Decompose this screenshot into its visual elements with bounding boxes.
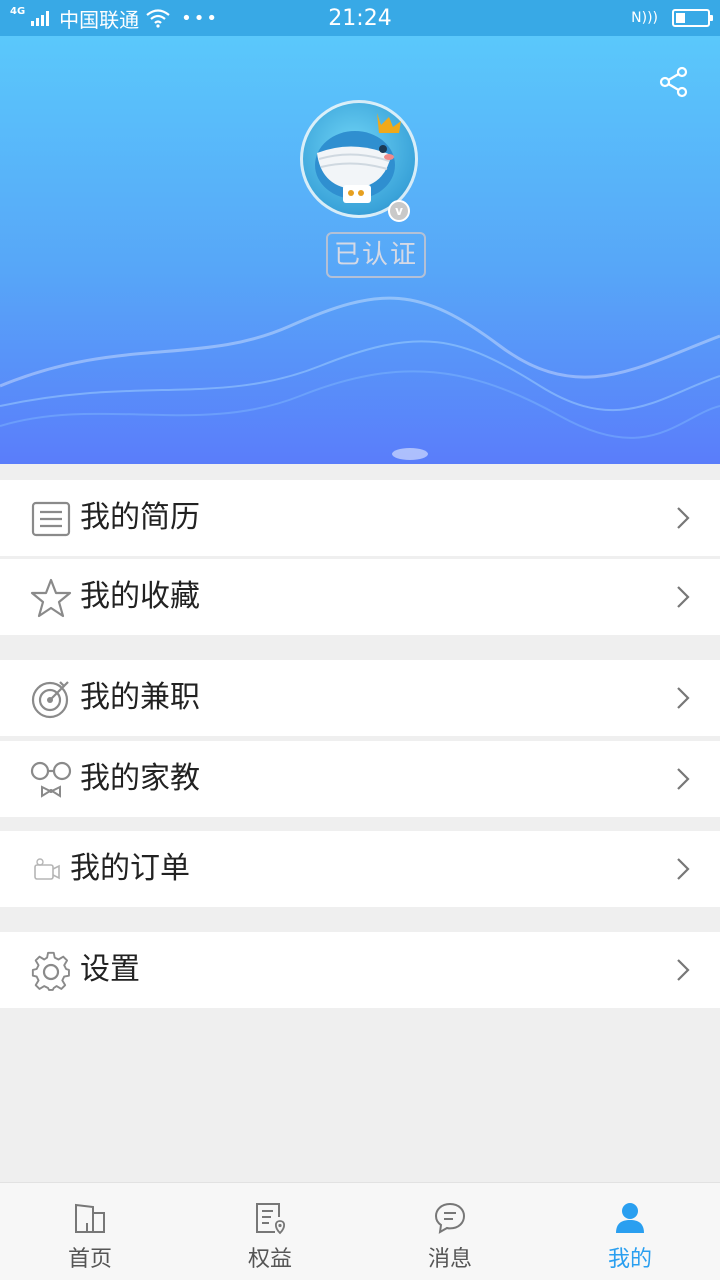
clock: 21:24 [328, 6, 392, 31]
verified-badge: 已认证 [326, 232, 426, 278]
menu-item-favorites[interactable]: 我的收藏 [0, 559, 720, 635]
person-icon [616, 1203, 644, 1233]
tab-label: 首页 [67, 1247, 112, 1272]
tab-label: 我的 [607, 1247, 652, 1272]
menu-label: 设置 [80, 952, 140, 987]
menu-item-tutor[interactable]: 我的家教 [0, 741, 720, 817]
tab-rights[interactable]: 权益 [180, 1183, 360, 1280]
rights-icon [256, 1203, 286, 1235]
nfc-icon: N))) [631, 10, 658, 26]
menu-item-resume[interactable]: 我的简历 [0, 480, 720, 556]
status-right: N))) [631, 0, 713, 36]
chevron-right-icon [677, 858, 690, 880]
menu-label: 我的简历 [80, 500, 200, 535]
chevron-right-icon [677, 586, 690, 608]
tab-messages[interactable]: 消息 [360, 1183, 540, 1280]
chevron-right-icon [677, 959, 690, 981]
vip-badge: v [388, 200, 410, 222]
chevron-right-icon [677, 768, 690, 790]
menu-label: 我的家教 [80, 761, 200, 796]
menu-item-settings[interactable]: 设置 [0, 932, 720, 1008]
camera-icon [34, 858, 60, 880]
menu-label: 我的兼职 [80, 680, 200, 715]
menu-item-orders[interactable]: 我的订单 [0, 831, 720, 907]
tab-home[interactable]: 首页 [0, 1183, 180, 1280]
glasses-bowtie-icon [30, 761, 72, 798]
battery-fill [676, 13, 685, 23]
target-icon [31, 681, 69, 719]
home-icon [75, 1203, 105, 1233]
star-icon [30, 578, 72, 618]
status-bar: 4G 中国联通 ••• 21:24 N))) [0, 0, 720, 36]
menu-label: 我的订单 [70, 851, 190, 886]
share-icon[interactable] [658, 66, 690, 98]
tab-label: 权益 [247, 1247, 292, 1272]
tab-label: 消息 [427, 1247, 472, 1272]
chevron-right-icon [677, 687, 690, 709]
battery-icon [672, 9, 713, 27]
gear-icon [31, 951, 70, 991]
chevron-right-icon [677, 507, 690, 529]
tab-me[interactable]: 我的 [540, 1183, 720, 1280]
whale-avatar-icon [315, 113, 401, 203]
resume-icon [31, 501, 71, 537]
menu-label: 我的收藏 [80, 579, 200, 614]
bottom-tab-bar: 首页 权益 消息 我的 [0, 1182, 720, 1280]
profile-header: v 已认证 [0, 36, 720, 464]
menu-item-parttime[interactable]: 我的兼职 [0, 660, 720, 736]
message-icon [434, 1202, 466, 1234]
